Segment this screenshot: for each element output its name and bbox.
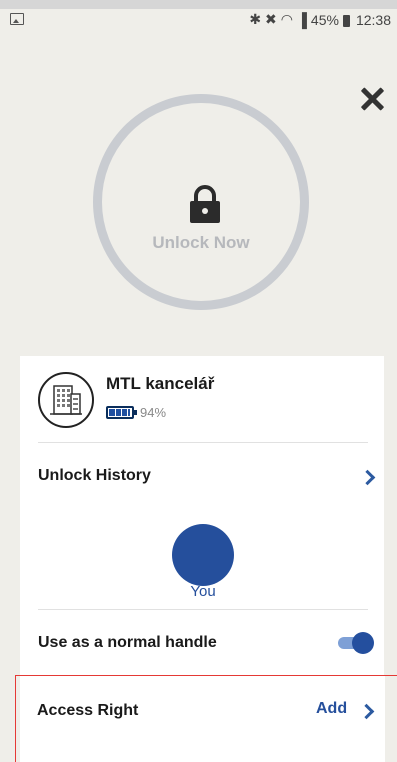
lock-icon [190, 185, 220, 223]
access-right-label: Access Right [37, 702, 139, 719]
unlock-history-chevron-icon[interactable] [359, 469, 376, 486]
divider [38, 442, 368, 443]
history-user-avatar[interactable] [172, 524, 234, 586]
status-bar: ✱ ✖ ◠ ▐ 45% 12:38 [0, 0, 397, 30]
battery-percent: 45% [310, 11, 339, 28]
lock-battery-icon [106, 406, 137, 419]
add-access-button[interactable]: Add [316, 700, 347, 718]
lock-battery-percent: 94% [140, 405, 167, 420]
status-icons: ✱ ✖ ◠ ▐ 45% 12:38 [249, 11, 391, 28]
lock-battery: 94% [106, 405, 166, 420]
image-notification-icon [10, 13, 24, 25]
normal-handle-label: Use as a normal handle [38, 634, 217, 651]
signal-icon: ▐ [297, 11, 307, 28]
lock-name: MTL kancelář [106, 374, 215, 393]
unlock-now-label: Unlock Now [152, 233, 250, 252]
battery-icon [342, 14, 350, 27]
close-icon[interactable] [359, 86, 385, 112]
divider [38, 609, 368, 610]
history-user-name: You [190, 583, 216, 600]
mute-icon: ✖ [265, 11, 277, 27]
unlock-history-title: Unlock History [38, 467, 151, 484]
normal-handle-toggle[interactable] [338, 632, 374, 654]
clock: 12:38 [355, 11, 391, 28]
wifi-icon: ◠ [280, 11, 293, 27]
bluetooth-icon: ✱ [249, 11, 262, 27]
access-right-row[interactable]: Access Right Add [15, 675, 397, 762]
building-icon [38, 372, 94, 428]
